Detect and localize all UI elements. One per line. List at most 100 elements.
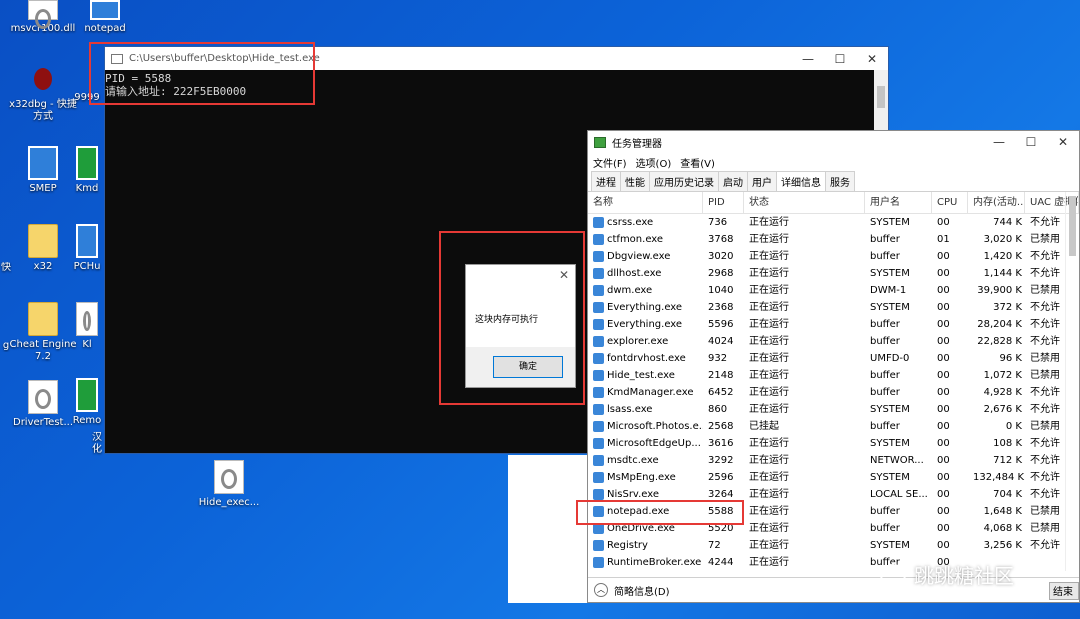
table-row[interactable]: Hide_test.exe 2148 正在运行 buffer 00 1,072 K 已禁用 <box>588 367 1079 384</box>
cell-status: 正在运行 <box>749 387 789 398</box>
desktop-icon-partial[interactable]: 快 <box>0 262 12 274</box>
table-row[interactable]: KmdManager.exe 6452 正在运行 buffer 00 4,928 K 不允许 <box>588 384 1079 401</box>
table-row[interactable]: dwm.exe 1040 正在运行 DWM-1 00 39,900 K 已禁用 <box>588 282 1079 299</box>
table-row[interactable]: ctfmon.exe 3768 正在运行 buffer 01 3,020 K 已禁用 <box>588 231 1079 248</box>
maximize-icon[interactable]: ☐ <box>1015 135 1047 149</box>
desktop-icon-pchu[interactable]: PCHu <box>70 224 104 273</box>
process-icon <box>593 285 604 296</box>
cell-memory: 22,828 K <box>977 336 1022 347</box>
cell-status: 正在运行 <box>749 523 789 534</box>
table-row[interactable]: Microsoft.Photos.e... 2568 已挂起 buffer 00 0 K已… <box>588 418 1079 435</box>
desktop-icon-cheat-engine[interactable]: Cheat Engine 7.2 <box>8 302 78 363</box>
minimize-icon[interactable]: — <box>983 135 1015 149</box>
maximize-icon[interactable]: ☐ <box>824 52 856 66</box>
table-row[interactable]: Registry 72 正在运行 SYSTEM 00 3,256 K 不允许 <box>588 537 1079 554</box>
cell-memory: 1,420 K <box>983 251 1022 262</box>
tab-performance[interactable]: 性能 <box>620 171 650 191</box>
desktop-icon-kmd[interactable]: Kmd <box>70 146 104 195</box>
desktop-icon-smep[interactable]: SMEP <box>8 146 78 195</box>
desktop-icon-hide-exec[interactable]: Hide_exec... <box>194 460 264 509</box>
column-header-memory[interactable]: 内存(活动... <box>968 192 1025 213</box>
desktop-icon-x32[interactable]: x32 <box>8 224 78 273</box>
column-header-name[interactable]: 名称 <box>588 192 703 213</box>
table-row[interactable]: MicrosoftEdgeUp... 3616 正在运行 SYSTEM 00 108 K不… <box>588 435 1079 452</box>
cell-status: 正在运行 <box>749 370 789 381</box>
table-row[interactable]: Everything.exe 2368 正在运行 SYSTEM 00 372 K 不允许 <box>588 299 1079 316</box>
cell-cpu: 00 <box>937 336 950 347</box>
desktop-icon-kl[interactable]: Kl <box>70 302 104 351</box>
cell-pid: 3768 <box>708 234 734 245</box>
table-scrollbar[interactable] <box>1065 192 1079 571</box>
tab-startup[interactable]: 启动 <box>718 171 748 191</box>
background-window <box>508 455 593 603</box>
folder-icon <box>28 302 58 336</box>
cell-user: SYSTEM <box>870 472 910 483</box>
process-name: dwm.exe <box>607 285 653 296</box>
tab-app-history[interactable]: 应用历史记录 <box>649 171 719 191</box>
close-icon[interactable]: ✕ <box>1047 135 1079 149</box>
tab-users[interactable]: 用户 <box>747 171 777 191</box>
process-name: Everything.exe <box>607 319 683 330</box>
desktop-icon-x32dbg[interactable]: x32dbg - 快捷方式 <box>8 62 78 123</box>
table-row[interactable]: Everything.exe 5596 正在运行 buffer 00 28,204 K 不允… <box>588 316 1079 333</box>
menu-view[interactable]: 查看(V) <box>680 155 715 170</box>
cell-pid: 2596 <box>708 472 734 483</box>
table-row[interactable]: lsass.exe 860 正在运行 SYSTEM 00 2,676 K 不允许 <box>588 401 1079 418</box>
column-header-pid[interactable]: PID <box>703 192 744 213</box>
task-manager-window[interactable]: 任务管理器 — ☐ ✕ 文件(F) 选项(O) 查看(V) 进程 性能 应用历史… <box>587 130 1080 603</box>
cell-user: SYSTEM <box>870 438 910 449</box>
cell-memory: 372 K <box>993 302 1022 313</box>
fewer-details-link[interactable]: 简略信息(D) <box>614 583 670 598</box>
desktop-icon-msvcr100[interactable]: msvcr100.dll <box>8 0 78 35</box>
end-task-button[interactable]: 结束 <box>1049 582 1079 600</box>
column-header-status[interactable]: 状态 <box>744 192 865 213</box>
cell-pid: 736 <box>708 217 728 228</box>
table-row[interactable]: csrss.exe 736 正在运行 SYSTEM 00 744 K 不允许 <box>588 214 1079 231</box>
cell-name: Dbgview.exe <box>588 248 703 265</box>
table-row[interactable]: MsMpEng.exe 2596 正在运行 SYSTEM 00 132,484 K 不允许 <box>588 469 1079 486</box>
cell-name: Hide_test.exe <box>588 367 703 384</box>
tab-details[interactable]: 详细信息 <box>776 171 826 191</box>
table-row[interactable]: fontdrvhost.exe 932 正在运行 UMFD-0 00 96 K 已禁用 <box>588 350 1079 367</box>
scroll-thumb[interactable] <box>1069 196 1076 256</box>
cell-memory: 3,256 K <box>983 540 1022 551</box>
cell-memory: 3,020 K <box>983 234 1022 245</box>
process-icon <box>593 489 604 500</box>
cell-name: MsMpEng.exe <box>588 469 703 486</box>
desktop-icon-notepad[interactable]: notepad <box>70 0 140 35</box>
desktop-icon-remo[interactable]: Remo <box>70 378 104 427</box>
desktop-icon-label: g <box>2 340 10 351</box>
highlight-message-box <box>439 231 585 405</box>
table-row[interactable]: msdtc.exe 3292 正在运行 NETWOR... 00 712 K 不允许 <box>588 452 1079 469</box>
desktop-icon-label: DriverTest... <box>13 417 73 428</box>
menu-options[interactable]: 选项(O) <box>636 155 672 170</box>
wechat-icon <box>880 563 906 586</box>
minimize-icon[interactable]: — <box>792 52 824 66</box>
menu-bar: 文件(F) 选项(O) 查看(V) <box>588 153 1079 172</box>
table-row[interactable]: explorer.exe 4024 正在运行 buffer 00 22,828 K 不允许 <box>588 333 1079 350</box>
cell-status: 正在运行 <box>749 404 789 415</box>
cell-pid: 860 <box>708 404 728 415</box>
cell-memory: 28,204 K <box>977 319 1022 330</box>
process-icon <box>593 438 604 449</box>
table-row[interactable]: dllhost.exe 2968 正在运行 SYSTEM 00 1,144 K 不允许 <box>588 265 1079 282</box>
desktop-icon-drivertest[interactable]: DriverTest... <box>8 380 78 429</box>
cell-status: 正在运行 <box>749 540 789 551</box>
chevron-up-icon[interactable]: ︿ <box>594 583 608 597</box>
tab-bar: 进程 性能 应用历史记录 启动 用户 详细信息 服务 <box>588 171 1079 192</box>
column-header-user[interactable]: 用户名 <box>865 192 932 213</box>
task-manager-titlebar[interactable]: 任务管理器 — ☐ ✕ <box>588 131 1079 153</box>
desktop-icon-partial[interactable]: g <box>0 340 12 352</box>
scroll-thumb[interactable] <box>877 86 885 108</box>
table-row[interactable]: Dbgview.exe 3020 正在运行 buffer 00 1,420 K 不允许 <box>588 248 1079 265</box>
cell-user: buffer <box>870 506 900 517</box>
column-header-cpu[interactable]: CPU <box>932 192 968 213</box>
tab-services[interactable]: 服务 <box>825 171 855 191</box>
desktop-icon-label: 快 <box>1 262 11 273</box>
cell-name: Everything.exe <box>588 299 703 316</box>
cell-status: 正在运行 <box>749 319 789 330</box>
close-icon[interactable]: ✕ <box>856 52 888 66</box>
cell-memory: 2,676 K <box>983 404 1022 415</box>
menu-file[interactable]: 文件(F) <box>593 155 627 170</box>
tab-processes[interactable]: 进程 <box>591 171 621 191</box>
